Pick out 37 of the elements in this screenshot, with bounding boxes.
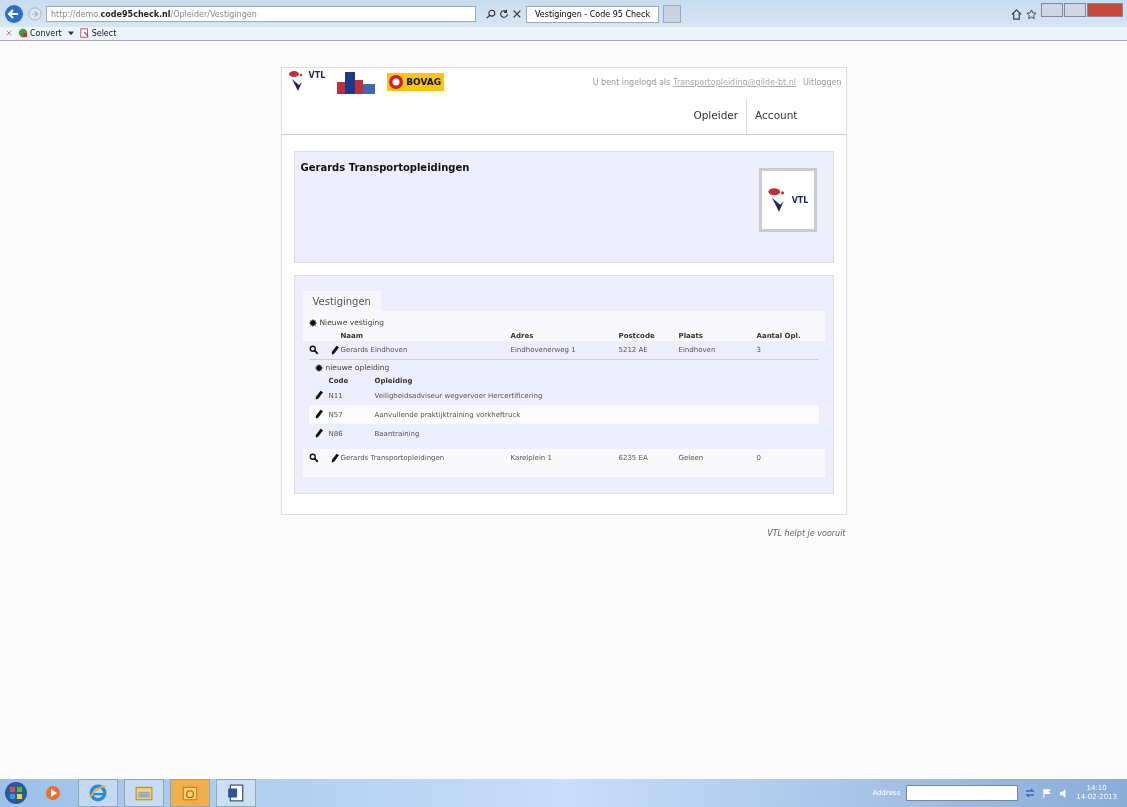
star-icon[interactable] [1026,8,1037,20]
tln-logo [337,70,376,94]
back-icon[interactable] [4,4,24,24]
pencil-icon[interactable] [314,390,323,401]
toolbar-button[interactable]: Select [77,28,119,38]
nav-link[interactable]: Account [746,99,842,134]
bovag-logo: BOVAG [387,73,445,91]
search-icon[interactable] [308,453,319,463]
login-text: U bent ingelogd als [592,78,671,87]
pencil-icon[interactable] [314,428,323,439]
close-icon[interactable] [512,9,522,19]
search-icon[interactable] [486,9,496,19]
select-icon [79,28,90,38]
company-name: Gerards Transportopleidingen [300,162,470,175]
browser-tab[interactable]: Vestigingen - Code 95 Check [526,5,660,23]
browser-icon[interactable] [78,779,118,807]
pencil-icon[interactable] [314,409,323,420]
gear-icon [314,363,323,372]
document-app-icon[interactable] [216,779,256,807]
company-logo: VTL [758,168,817,232]
go-icon[interactable] [1024,787,1037,799]
address-field[interactable]: http://demo.code95check.nl/Opleider/Vestigingen [46,6,476,22]
panel-tab[interactable]: Vestigingen [302,291,381,311]
refresh-icon[interactable] [499,9,509,19]
search-icon[interactable] [308,345,319,355]
pencil-icon[interactable] [330,452,339,464]
start-button[interactable] [4,781,28,805]
gear-icon [308,318,317,327]
address-field[interactable] [906,785,1019,801]
footer-tagline: VTL helpt je vooruit [766,529,846,538]
vtl-logo: VTL [287,70,326,92]
nav-link[interactable]: Opleider [685,99,747,134]
dropdown-arrow-icon[interactable] [67,30,74,36]
pencil-icon[interactable] [330,344,339,356]
convert-icon [18,28,28,38]
toolbar-button[interactable]: Convert [16,28,64,38]
home-icon[interactable] [1011,8,1022,20]
